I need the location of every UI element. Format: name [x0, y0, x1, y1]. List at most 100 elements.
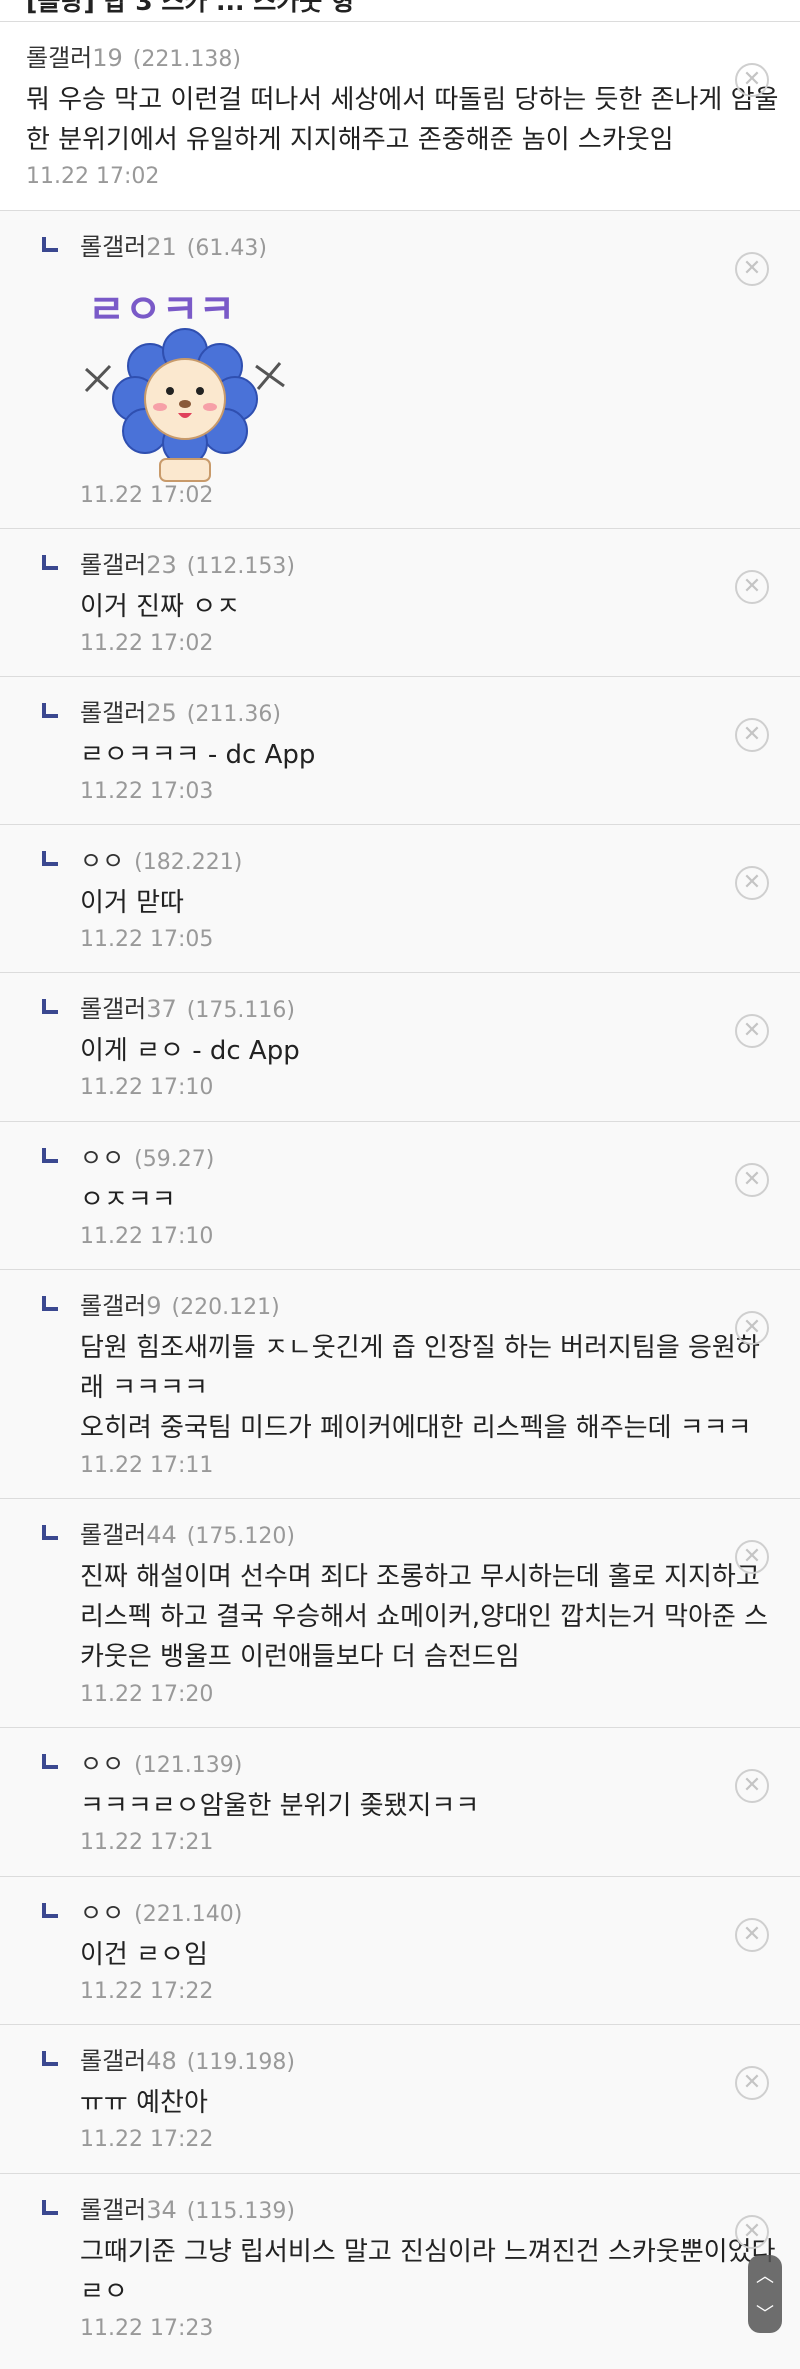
comment-date: 11.22 17:02 [26, 164, 160, 189]
reply-item: ㅇㅇ (59.27) ㅇㅈㅋㅋ 11.22 17:10 ✕ [0, 1122, 800, 1270]
comment-text: 이게 ㄹㅇ - dc App [80, 1036, 300, 1066]
post-title-strip: [블랑] 탑 3 스카 ... 스카웃 형 [0, 0, 800, 22]
ip-address: (182.221) [134, 850, 243, 875]
comment-text: ㅠㅠ 예찬아 [80, 2088, 208, 2118]
comment-text: ㅇㅈㅋㅋ [80, 1185, 176, 1215]
reply-arrow-icon [42, 851, 58, 866]
comment-header: 롤갤러21 (61.43) [80, 227, 267, 261]
ip-address: (115.139) [186, 2199, 295, 2224]
delete-comment-button[interactable]: ✕ [735, 1163, 769, 1197]
ip-address: (61.43) [186, 236, 267, 261]
reply-arrow-icon [42, 2200, 58, 2215]
delete-comment-button[interactable]: ✕ [735, 1540, 769, 1574]
ip-address: (220.121) [171, 1295, 280, 1320]
comment-text: 진짜 해설이며 선수며 죄다 조롱하고 무시하는데 홀로 지지하고 리스펙 하고… [80, 1562, 769, 1672]
ip-address: (59.27) [134, 1147, 215, 1172]
comment-date: 11.22 17:20 [80, 1682, 214, 1707]
reply-arrow-icon [42, 555, 58, 570]
close-icon: ✕ [742, 1167, 762, 1192]
nickname[interactable]: ㅇㅇ [80, 1138, 124, 1173]
delete-comment-button[interactable]: ✕ [735, 866, 769, 900]
delete-comment-button[interactable]: ✕ [735, 1769, 769, 1803]
comment-header: 롤갤러37 (175.116) [80, 989, 295, 1023]
reply-arrow-icon [42, 999, 58, 1014]
nickname[interactable]: 롤갤러19 [26, 38, 123, 73]
reply-item: ㅇㅇ (221.140) 이건 ㄹㅇ임 11.22 17:22 ✕ [0, 1877, 800, 2025]
ip-address: (221.140) [134, 1902, 243, 1927]
ip-address: (121.139) [134, 1753, 243, 1778]
close-icon: ✕ [742, 1773, 762, 1798]
nickname[interactable]: ㅇㅇ [80, 841, 124, 876]
nickname[interactable]: 롤갤러34 [80, 2190, 177, 2225]
delete-comment-button[interactable]: ✕ [735, 63, 769, 97]
scroll-down-button[interactable]: ﹀ [748, 2295, 782, 2331]
reply-item: 롤갤러44 (175.120) 진짜 해설이며 선수며 죄다 조롱하고 무시하는… [0, 1499, 800, 1728]
reply-arrow-icon [42, 1296, 58, 1311]
close-icon: ✕ [742, 1922, 762, 1947]
comment-date: 11.22 17:23 [80, 2316, 214, 2341]
delete-comment-button[interactable]: ✕ [735, 1014, 769, 1048]
comment-text: 이건 ㄹㅇ임 [80, 1940, 208, 1970]
ip-address: (175.120) [186, 1524, 295, 1549]
nickname[interactable]: ㅇㅇ [80, 1744, 124, 1779]
post-title: [블랑] 탑 3 스카 ... 스카웃 형 [26, 0, 354, 16]
sticker-text: ㄹㅇㅋㅋ [88, 287, 235, 333]
delete-comment-button[interactable]: ✕ [735, 2066, 769, 2100]
comment-date: 11.22 17:10 [80, 1224, 214, 1249]
nickname[interactable]: 롤갤러48 [80, 2041, 177, 2076]
comment-header: ㅇㅇ (221.140) [80, 1893, 242, 1927]
close-icon: ✕ [742, 67, 762, 92]
reply-item: 롤갤러21 (61.43) ㄹㅇㅋㅋ 11.22 17:02 ✕ [0, 211, 800, 529]
nickname[interactable]: 롤갤러21 [80, 227, 177, 262]
comment-header: 롤갤러19 (221.138) [26, 38, 241, 72]
comment-header: 롤갤러34 (115.139) [80, 2190, 295, 2224]
delete-comment-button[interactable]: ✕ [735, 718, 769, 752]
comment-text: 그때기준 그냥 립서비스 말고 진심이라 느껴진건 스카웃뿐이었다 ㄹㅇ [80, 2237, 776, 2307]
comment-header: 롤갤러25 (211.36) [80, 693, 281, 727]
close-icon: ✕ [742, 2219, 762, 2244]
close-icon: ✕ [742, 2070, 762, 2095]
close-icon: ✕ [742, 256, 762, 281]
delete-comment-button[interactable]: ✕ [735, 252, 769, 286]
close-icon: ✕ [742, 722, 762, 747]
comment-text: 담원 힘조새끼들 ㅈㄴ웃긴게 즙 인장질 하는 버러지팀을 응원하 래 ㅋㅋㅋㅋ… [80, 1333, 760, 1443]
nickname[interactable]: 롤갤러37 [80, 989, 177, 1024]
comment-date: 11.22 17:02 [80, 483, 214, 508]
comment-date: 11.22 17:21 [80, 1830, 214, 1855]
nickname[interactable]: ㅇㅇ [80, 1893, 124, 1928]
nickname[interactable]: 롤갤러9 [80, 1286, 162, 1321]
reply-arrow-icon [42, 1754, 58, 1769]
ip-address: (221.138) [132, 47, 241, 72]
reply-arrow-icon [42, 237, 58, 252]
close-icon: ✕ [742, 1315, 762, 1340]
comment-item: 롤갤러19 (221.138) 뭐 우승 막고 이런걸 떠나서 세상에서 따돌림… [0, 22, 800, 211]
comment-date: 11.22 17:22 [80, 2127, 214, 2152]
delete-comment-button[interactable]: ✕ [735, 2215, 769, 2249]
comment-date: 11.22 17:05 [80, 927, 214, 952]
reply-item: ㅇㅇ (121.139) ㅋㅋㅋㄹㅇ암울한 분위기 좆됐지ㅋㅋ 11.22 17… [0, 1728, 800, 1877]
comment-header: 롤갤러9 (220.121) [80, 1286, 280, 1320]
delete-comment-button[interactable]: ✕ [735, 570, 769, 604]
comment-header: ㅇㅇ (182.221) [80, 841, 242, 875]
delete-comment-button[interactable]: ✕ [735, 1311, 769, 1345]
lion-sticker-image: ㄹㅇㅋㅋ [84, 287, 285, 482]
scroll-up-button[interactable]: ︿ [748, 2257, 782, 2293]
comment-header: 롤갤러48 (119.198) [80, 2041, 295, 2075]
nickname[interactable]: 롤갤러25 [80, 693, 177, 728]
reply-item: ㅇㅇ (182.221) 이거 맏따 11.22 17:05 ✕ [0, 825, 800, 973]
reply-item: 롤갤러25 (211.36) ㄹㅇㅋㅋㅋ - dc App 11.22 17:0… [0, 677, 800, 825]
comment-date: 11.22 17:11 [80, 1453, 214, 1478]
nickname[interactable]: 롤갤러23 [80, 545, 177, 580]
reply-arrow-icon [42, 1903, 58, 1918]
comment-header: ㅇㅇ (121.139) [80, 1744, 242, 1778]
comment-header: 롤갤러23 (112.153) [80, 545, 295, 579]
comment-date: 11.22 17:22 [80, 1979, 214, 2004]
delete-comment-button[interactable]: ✕ [735, 1918, 769, 1952]
nickname[interactable]: 롤갤러44 [80, 1515, 177, 1550]
scroll-control: ︿ ﹀ [748, 2255, 782, 2333]
comment-text: ㅋㅋㅋㄹㅇ암울한 분위기 좆됐지ㅋㅋ [80, 1791, 480, 1821]
comment-date: 11.22 17:03 [80, 779, 214, 804]
reply-item: 롤갤러37 (175.116) 이게 ㄹㅇ - dc App 11.22 17:… [0, 973, 800, 1122]
reply-item: 롤갤러23 (112.153) 이거 진짜 ㅇㅈ 11.22 17:02 ✕ [0, 529, 800, 677]
reply-arrow-icon [42, 1525, 58, 1540]
